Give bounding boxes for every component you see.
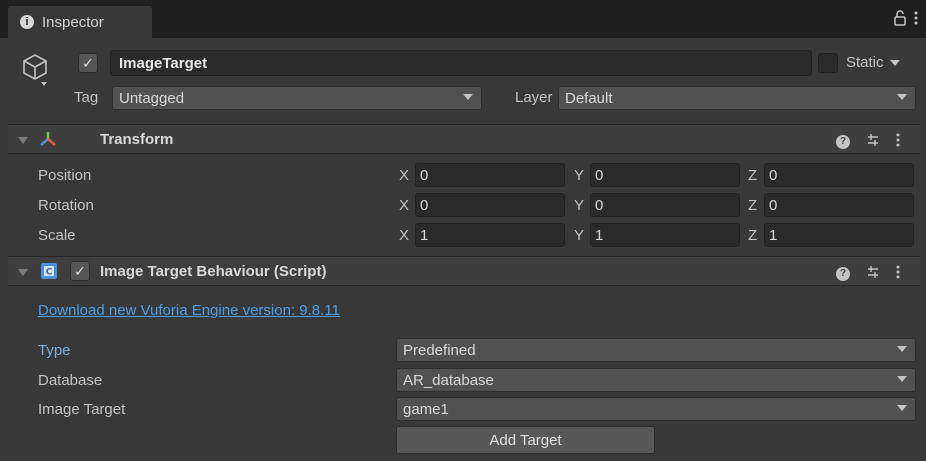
kebab-menu-icon[interactable] bbox=[896, 265, 900, 282]
behaviour-enabled-checkbox[interactable]: ✓ bbox=[70, 261, 90, 281]
scale-label: Scale bbox=[38, 227, 76, 244]
tag-value: Untagged bbox=[119, 89, 185, 107]
position-y-field[interactable]: 0 bbox=[590, 163, 740, 187]
transform-axes-icon bbox=[38, 130, 58, 152]
position-z-field[interactable]: 0 bbox=[764, 163, 914, 187]
scale-y-field[interactable]: 1 bbox=[590, 223, 740, 247]
database-dropdown[interactable]: AR_database bbox=[396, 368, 916, 392]
tag-dropdown[interactable]: Untagged bbox=[112, 86, 482, 110]
rotation-y-field[interactable]: 0 bbox=[590, 193, 740, 217]
axis-z-label[interactable]: Z bbox=[748, 197, 757, 214]
presets-icon[interactable] bbox=[866, 133, 880, 150]
object-name-field[interactable]: ImageTarget bbox=[110, 50, 812, 76]
active-checkbox[interactable]: ✓ bbox=[78, 53, 98, 73]
type-dropdown[interactable]: Predefined bbox=[396, 338, 916, 362]
help-icon[interactable]: ? bbox=[836, 266, 850, 281]
kebab-menu-icon[interactable] bbox=[896, 133, 900, 150]
csharp-script-icon: C bbox=[40, 262, 58, 284]
info-icon: i bbox=[20, 15, 34, 29]
chevron-down-icon bbox=[463, 94, 473, 100]
foldout-arrow-icon[interactable] bbox=[18, 269, 28, 276]
image-target-dropdown[interactable]: game1 bbox=[396, 397, 916, 421]
rotation-label: Rotation bbox=[38, 197, 94, 214]
chevron-down-icon bbox=[897, 94, 907, 100]
presets-icon[interactable] bbox=[866, 265, 880, 282]
position-x-field[interactable]: 0 bbox=[415, 163, 565, 187]
image-target-value: game1 bbox=[403, 400, 449, 418]
rotation-z-field[interactable]: 0 bbox=[764, 193, 914, 217]
axis-x-label[interactable]: X bbox=[399, 197, 409, 214]
axis-y-label[interactable]: Y bbox=[574, 167, 584, 184]
tag-label: Tag bbox=[74, 89, 99, 106]
behaviour-title: Image Target Behaviour (Script) bbox=[100, 263, 327, 280]
kebab-menu-icon[interactable] bbox=[914, 10, 918, 30]
image-target-label: Image Target bbox=[38, 401, 126, 418]
checkmark-icon: ✓ bbox=[74, 263, 86, 279]
download-vuforia-link[interactable]: Download new Vuforia Engine version: 9.8… bbox=[38, 302, 340, 319]
static-checkbox[interactable] bbox=[818, 53, 838, 73]
svg-text:C: C bbox=[46, 268, 53, 278]
transform-header-icons: ? bbox=[836, 133, 900, 150]
type-label: Type bbox=[38, 342, 71, 359]
layer-dropdown[interactable]: Default bbox=[558, 86, 916, 110]
object-name: ImageTarget bbox=[119, 54, 208, 72]
tab-icons bbox=[894, 10, 918, 30]
rotation-x-field[interactable]: 0 bbox=[415, 193, 565, 217]
layer-label: Layer bbox=[515, 89, 553, 106]
axis-x-label[interactable]: X bbox=[399, 167, 409, 184]
foldout-arrow-icon[interactable] bbox=[18, 137, 28, 144]
axis-y-label[interactable]: Y bbox=[574, 227, 584, 244]
cube-icon[interactable] bbox=[20, 52, 50, 88]
axis-z-label[interactable]: Z bbox=[748, 167, 757, 184]
layer-value: Default bbox=[565, 89, 613, 107]
chevron-down-icon bbox=[897, 346, 907, 352]
transform-title: Transform bbox=[100, 131, 174, 148]
help-icon[interactable]: ? bbox=[836, 134, 850, 149]
position-label: Position bbox=[38, 167, 92, 184]
database-value: AR_database bbox=[403, 371, 494, 389]
behaviour-header-icons: ? bbox=[836, 265, 900, 282]
axis-z-label[interactable]: Z bbox=[748, 227, 757, 244]
axis-y-label[interactable]: Y bbox=[574, 197, 584, 214]
static-dropdown[interactable]: Static bbox=[846, 54, 900, 71]
add-target-label: Add Target bbox=[489, 431, 562, 449]
database-label: Database bbox=[38, 372, 103, 389]
lock-icon[interactable] bbox=[894, 10, 906, 30]
scale-z-field[interactable]: 1 bbox=[764, 223, 914, 247]
checkmark-icon: ✓ bbox=[82, 55, 94, 71]
chevron-down-icon bbox=[897, 376, 907, 382]
type-value: Predefined bbox=[403, 341, 476, 359]
add-target-button[interactable]: Add Target bbox=[396, 426, 655, 454]
chevron-down-icon bbox=[897, 405, 907, 411]
axis-x-label[interactable]: X bbox=[399, 227, 409, 244]
static-label: Static bbox=[846, 54, 884, 71]
tab-inspector[interactable]: i Inspector bbox=[8, 6, 152, 38]
scale-x-field[interactable]: 1 bbox=[415, 223, 565, 247]
tab-label: Inspector bbox=[42, 13, 104, 31]
